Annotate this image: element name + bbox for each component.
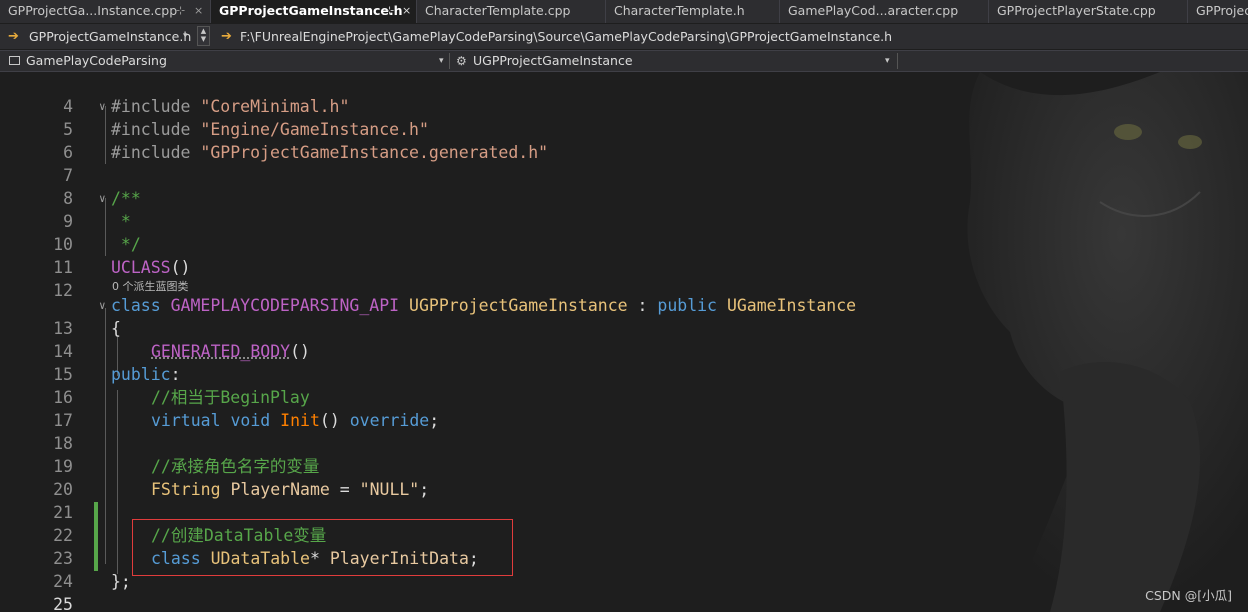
tab-label: GPProjectPlayerState.cpp — [997, 3, 1156, 18]
tab-label: GPProjec — [1196, 3, 1248, 18]
code-line: 17 //相当于BeginPlay — [0, 386, 1248, 430]
project-icon — [9, 56, 20, 65]
tab-label: GPProjectGameInstance.h — [219, 3, 403, 18]
code-text: //相当于BeginPlay — [151, 388, 310, 407]
watermark-text: CSDN @[小瓜] — [1145, 588, 1232, 603]
codelens-derived-blueprints[interactable]: 0 个派生蓝图类 — [112, 278, 189, 294]
tab-gpproject-overflow[interactable]: GPProjec — [1188, 0, 1248, 23]
code-line: 6 #include "Engine/GameInstance.h" — [0, 118, 1248, 162]
full-file-path: F:\FUnrealEngineProject\GamePlayCodePars… — [240, 29, 893, 44]
code-line: 8 — [0, 164, 1248, 208]
code-text: #include "GPProjectGameInstance.generate… — [111, 143, 549, 162]
code-text: */ — [111, 235, 141, 254]
fold-chevron-icon[interactable]: ∨ — [99, 187, 106, 210]
file-path-bar: ➔ GPProjectGameInstance.h ▾ ▲ ▼ ➔ F:\FUnr… — [0, 24, 1248, 49]
code-text: #include "CoreMinimal.h" — [111, 97, 350, 116]
code-line: 21 FString PlayerName = "NULL"; — [0, 478, 1248, 522]
project-dropdown[interactable]: GamePlayCodeParsing — [26, 51, 167, 71]
code-line: 15 GENERATED_BODY() — [0, 340, 1248, 384]
document-tab-strip: GPProjectGa...Instance.cpp ⊹ × GPProject… — [0, 0, 1248, 24]
tab-gameplaycodeparsingcharacter-cpp[interactable]: GamePlayCod...aracter.cpp — [780, 0, 989, 23]
chevron-down-icon[interactable]: ▾ — [439, 51, 444, 71]
code-text: UCLASS() — [111, 258, 191, 277]
code-text: #include "Engine/GameInstance.h" — [111, 120, 429, 139]
code-editor[interactable]: 4 5 ∨ #include "CoreMinimal.h" 6 #includ… — [0, 72, 1248, 612]
code-text: GENERATED_BODY() — [151, 342, 310, 361]
code-line: 13 ∨ class GAMEPLAYCODEPARSING_API UGPPr… — [0, 294, 1248, 338]
code-line: 12 UCLASS() — [0, 256, 1248, 300]
pin-icon[interactable]: ⊹ — [385, 0, 394, 22]
code-line: 5 ∨ #include "CoreMinimal.h" — [0, 95, 1248, 139]
code-line: 20 //承接角色名字的变量 — [0, 455, 1248, 499]
code-line: 19 — [0, 432, 1248, 476]
code-text: virtual void Init() override; — [151, 411, 440, 430]
code-text: public: — [111, 365, 181, 384]
tab-label: GamePlayCod...aracter.cpp — [788, 3, 959, 18]
code-text: * — [111, 212, 131, 231]
fold-chevron-icon[interactable]: ∨ — [99, 95, 106, 118]
arrow-right-icon: ➔ — [221, 29, 232, 44]
arrow-right-icon: ➔ — [8, 29, 19, 44]
tab-label: CharacterTemplate.cpp — [425, 3, 571, 18]
tab-label: GPProjectGa...Instance.cpp — [8, 3, 178, 18]
code-text: FString PlayerName = "NULL"; — [151, 480, 430, 499]
class-icon: ⚙ — [456, 54, 467, 68]
code-text: class GAMEPLAYCODEPARSING_API UGPProject… — [111, 296, 857, 315]
close-icon[interactable]: × — [402, 0, 411, 22]
highlight-annotation-box — [132, 519, 513, 576]
code-text: { — [111, 319, 121, 338]
tab-gpprojectgameinstance-h[interactable]: GPProjectGameInstance.h ⊹ × — [211, 0, 417, 23]
navigation-bar: GamePlayCodeParsing ▾ ⚙ UGPProjectGameIn… — [0, 50, 1248, 72]
file-scroll-spinner[interactable]: ▲ ▼ — [197, 26, 210, 46]
tab-gpprojectgameinstance-cpp[interactable]: GPProjectGa...Instance.cpp ⊹ × — [0, 0, 211, 23]
tab-charactertemplate-h[interactable]: CharacterTemplate.h — [606, 0, 780, 23]
pin-icon[interactable]: ⊹ — [176, 0, 185, 22]
tab-gpprojectplayerstate-cpp[interactable]: GPProjectPlayerState.cpp — [989, 0, 1188, 23]
tab-charactertemplate-cpp[interactable]: CharacterTemplate.cpp — [417, 0, 606, 23]
chevron-down-icon[interactable]: ▾ — [885, 51, 890, 71]
code-text: }; — [111, 572, 131, 591]
code-line: 26 — [0, 593, 1248, 612]
code-line: 4 — [0, 72, 1248, 116]
code-line: 18 virtual void Init() override; — [0, 409, 1248, 453]
code-line: 7 #include "GPProjectGameInstance.genera… — [0, 141, 1248, 185]
tab-label: CharacterTemplate.h — [614, 3, 745, 18]
code-line: 10 * — [0, 210, 1248, 254]
divider — [449, 53, 450, 69]
fold-chevron-icon[interactable]: ∨ — [99, 294, 106, 317]
file-dropdown[interactable]: GPProjectGameInstance.h — [29, 24, 191, 49]
code-line: 11 */ — [0, 233, 1248, 277]
chevron-down-icon[interactable]: ▾ — [183, 24, 188, 49]
code-line: 14 { — [0, 317, 1248, 361]
code-line: 9 ∨ /** — [0, 187, 1248, 231]
code-text: //承接角色名字的变量 — [151, 457, 320, 476]
close-icon[interactable]: × — [194, 0, 203, 22]
code-text: /** — [111, 189, 141, 208]
class-scope-dropdown[interactable]: UGPProjectGameInstance — [473, 51, 633, 71]
code-line: 16 public: — [0, 363, 1248, 407]
divider — [897, 53, 898, 69]
